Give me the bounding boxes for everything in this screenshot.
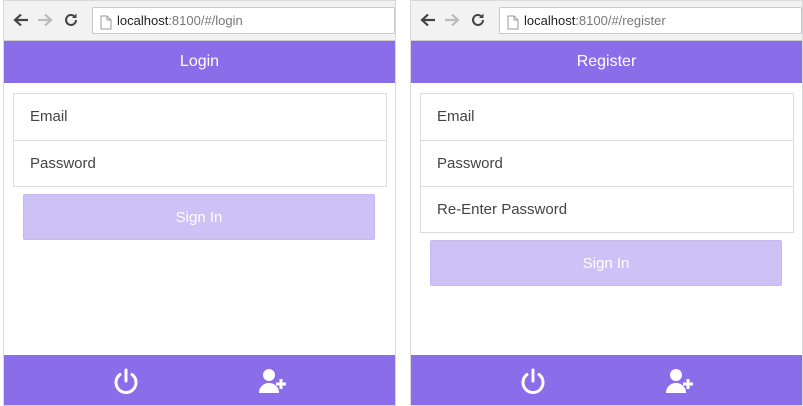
reload-icon[interactable] xyxy=(469,11,487,29)
url-path: :8100/#/login xyxy=(168,13,243,28)
email-field[interactable]: Email xyxy=(14,94,386,140)
power-icon[interactable] xyxy=(517,365,549,397)
login-form: Email Password xyxy=(13,93,387,187)
password-field[interactable]: Password xyxy=(421,140,793,186)
page-title: Register xyxy=(411,41,802,83)
register-screen: localhost:8100/#/register Register Email… xyxy=(410,0,803,406)
password-field[interactable]: Password xyxy=(14,140,386,186)
url-path: :8100/#/register xyxy=(575,13,666,28)
email-field[interactable]: Email xyxy=(421,94,793,140)
add-user-icon[interactable] xyxy=(256,365,288,397)
power-icon[interactable] xyxy=(110,365,142,397)
page-icon xyxy=(507,13,519,38)
re-enter-password-field[interactable]: Re-Enter Password xyxy=(421,186,793,232)
back-arrow-icon[interactable] xyxy=(419,11,437,29)
url-host: localhost xyxy=(117,13,169,28)
sign-in-button[interactable]: Sign In xyxy=(430,240,782,286)
forward-arrow-icon[interactable] xyxy=(36,11,54,29)
register-form: Email Password Re-Enter Password xyxy=(420,93,794,233)
back-arrow-icon[interactable] xyxy=(12,11,30,29)
address-bar[interactable]: localhost:8100/#/login xyxy=(92,7,395,34)
url-host: localhost xyxy=(524,13,576,28)
forward-arrow-icon[interactable] xyxy=(443,11,461,29)
page-title: Login xyxy=(4,41,395,83)
tab-bar xyxy=(4,355,395,405)
address-bar[interactable]: localhost:8100/#/register xyxy=(499,7,802,34)
tab-bar xyxy=(411,355,802,405)
page-icon xyxy=(100,13,112,38)
browser-toolbar: localhost:8100/#/login xyxy=(4,1,395,41)
add-user-icon[interactable] xyxy=(663,365,695,397)
reload-icon[interactable] xyxy=(62,11,80,29)
sign-in-button[interactable]: Sign In xyxy=(23,194,375,240)
login-screen: localhost:8100/#/login Login Email Passw… xyxy=(3,0,396,406)
browser-toolbar: localhost:8100/#/register xyxy=(411,1,802,41)
